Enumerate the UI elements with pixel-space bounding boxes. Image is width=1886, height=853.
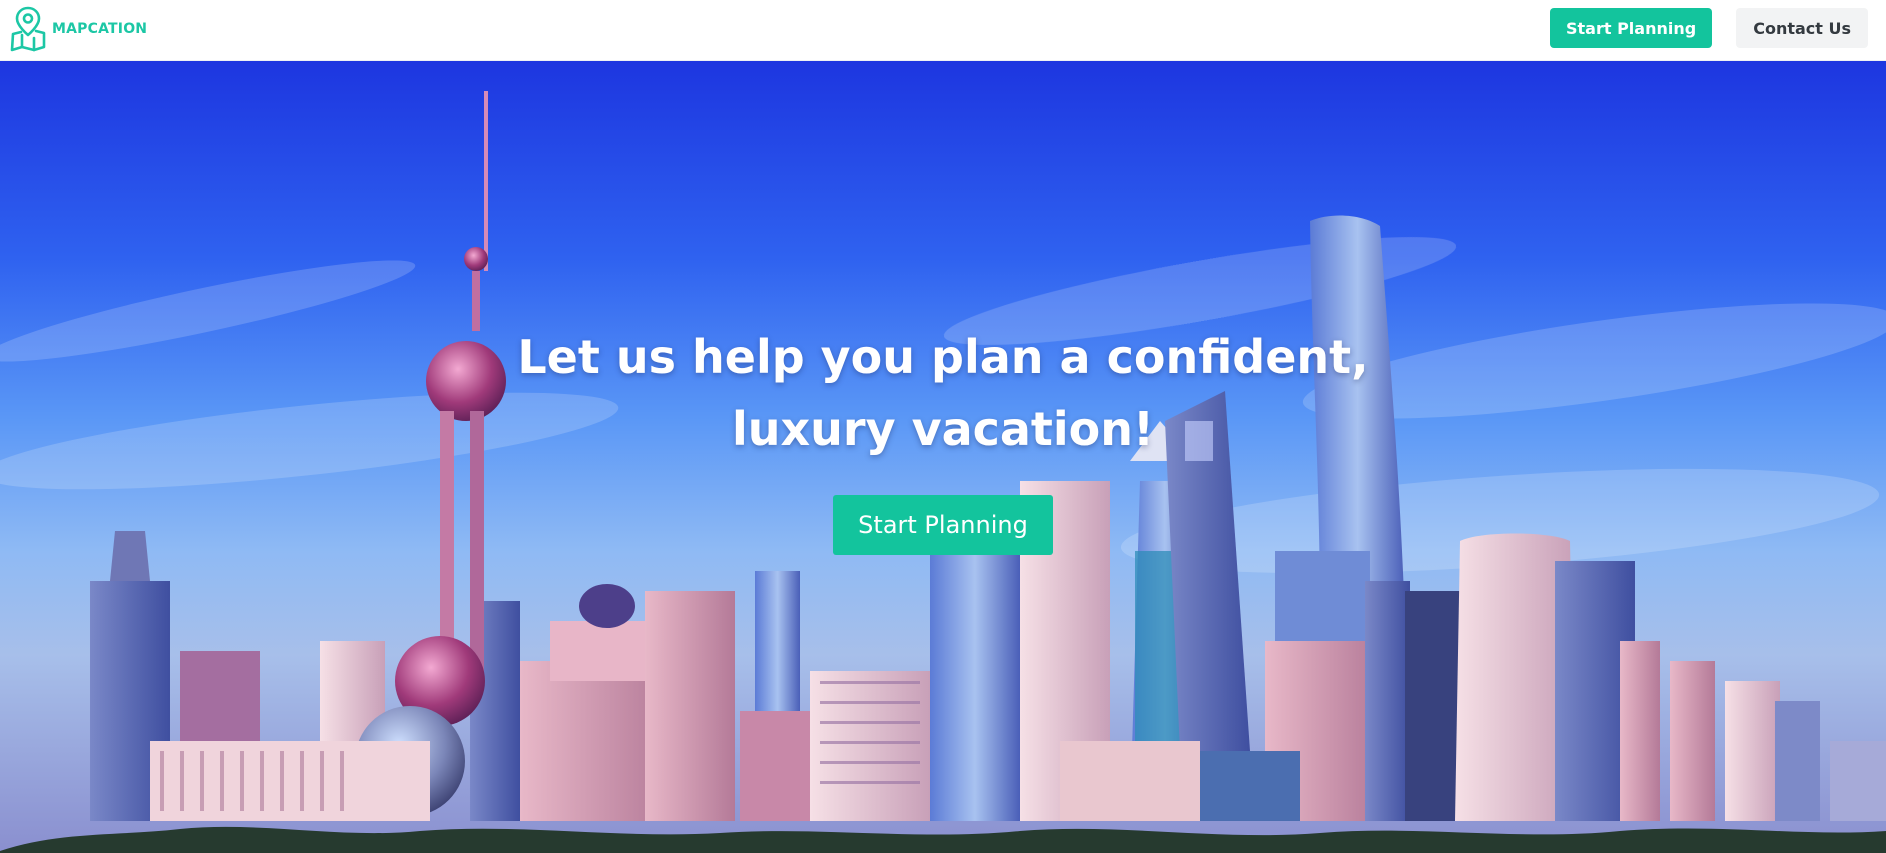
start-planning-nav-button[interactable]: Start Planning xyxy=(1550,8,1713,48)
contact-us-button[interactable]: Contact Us xyxy=(1736,8,1868,48)
nav-actions: Start Planning Contact Us xyxy=(1550,8,1868,48)
top-navbar: MAPCATION Start Planning Contact Us xyxy=(0,0,1886,61)
hero-headline: Let us help you plan a confident, luxury… xyxy=(517,330,1369,456)
brand-name: MAPCATION xyxy=(52,21,148,37)
map-pin-logo-icon xyxy=(10,6,46,52)
start-planning-hero-button[interactable]: Start Planning xyxy=(833,495,1053,555)
brand[interactable]: MAPCATION xyxy=(8,5,147,53)
hero-content: Let us help you plan a confident, luxury… xyxy=(0,321,1886,555)
hero-section: Let us help you plan a confident, luxury… xyxy=(0,61,1886,853)
